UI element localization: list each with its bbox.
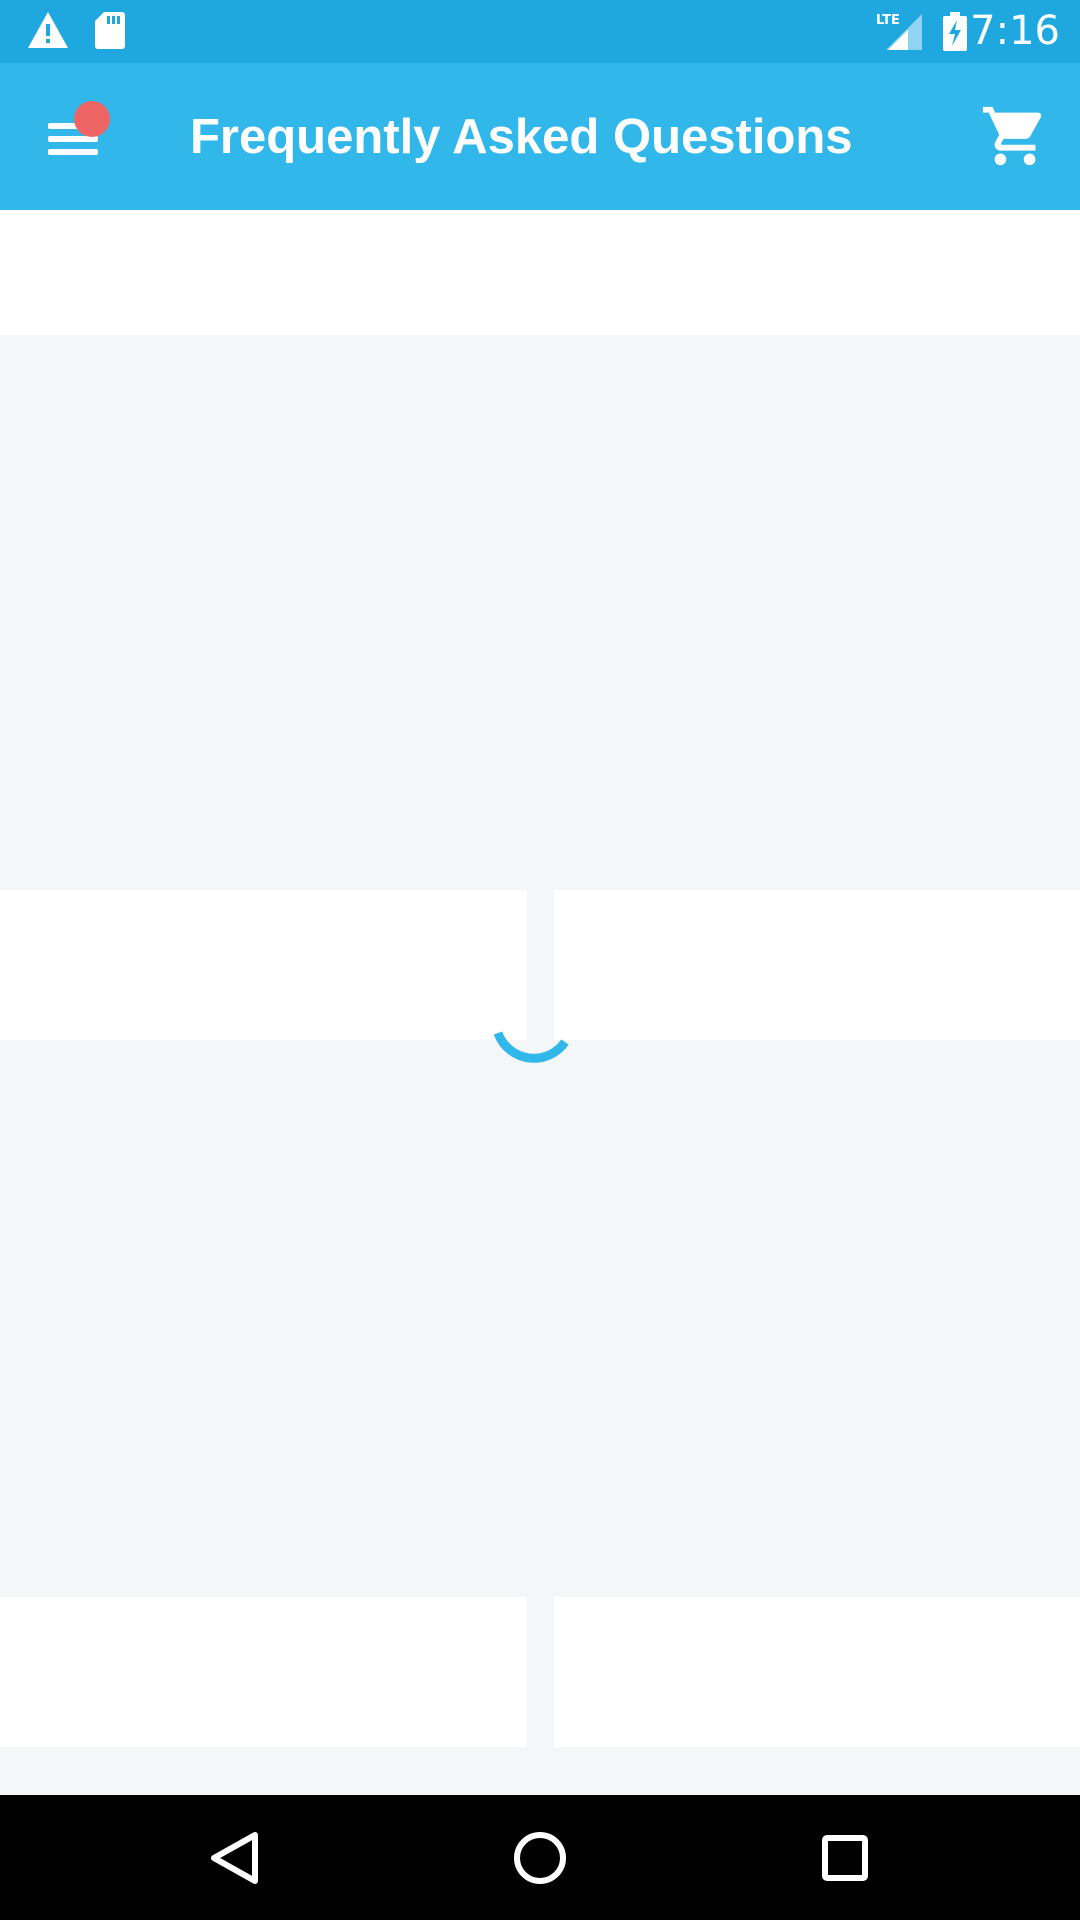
home-icon: [505, 1832, 575, 1897]
page-title: Frequently Asked Questions: [190, 110, 853, 164]
content-placeholder-card-left: [0, 890, 527, 1040]
recents-button[interactable]: [810, 1823, 880, 1893]
status-time: 7:16: [970, 8, 1060, 54]
cart-icon: [980, 106, 1050, 175]
content-placeholder-card-left-2: [0, 1597, 527, 1747]
content-placeholder-card-right: [554, 890, 1080, 1040]
sd-card-icon: [94, 10, 126, 55]
app-bar: Frequently Asked Questions: [0, 63, 1080, 210]
navigation-bar: [0, 1795, 1080, 1920]
content-placeholder-card-right-2: [554, 1597, 1080, 1747]
loading-spinner: [490, 1020, 580, 1110]
menu-button[interactable]: [36, 93, 126, 183]
content-placeholder-top: [0, 210, 1080, 335]
notification-badge: [74, 101, 110, 137]
cart-button[interactable]: [980, 101, 1050, 171]
home-button[interactable]: [505, 1823, 575, 1893]
lte-label: LTE: [876, 13, 900, 28]
signal-icon: LTE: [876, 12, 924, 57]
recents-icon: [810, 1835, 880, 1897]
back-icon: [200, 1832, 270, 1897]
status-bar: LTE 7:16: [0, 0, 1080, 63]
screen: LTE 7:16 Frequently Asked Questions: [0, 0, 1080, 1920]
battery-charging-icon: [942, 12, 968, 57]
warning-icon: [26, 10, 70, 55]
back-button[interactable]: [200, 1823, 270, 1893]
